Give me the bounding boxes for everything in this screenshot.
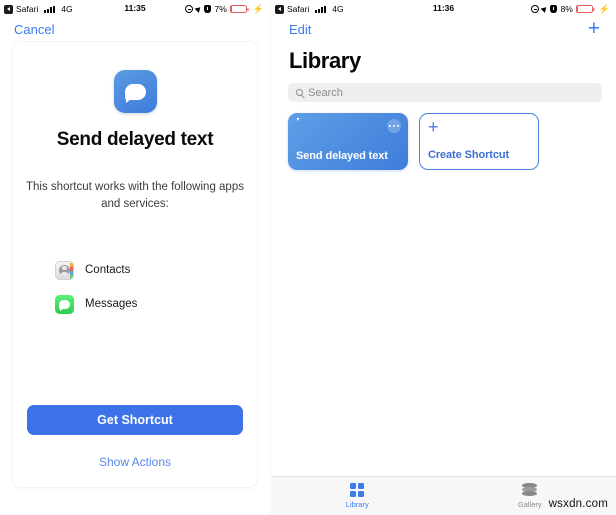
status-bar-left: Safari 4G 11:35 7% ⚡ xyxy=(0,0,270,16)
status-bar-clock: 11:36 xyxy=(432,3,455,13)
tab-label: Gallery xyxy=(517,500,542,509)
search-input[interactable]: Search xyxy=(288,83,602,102)
contacts-tabs xyxy=(70,262,73,279)
supported-apps-list: Contacts Messages xyxy=(55,253,215,321)
shortcut-detail-screen: Safari 4G 11:35 7% ⚡ Cancel Send delayed… xyxy=(0,0,270,515)
bubble-shape xyxy=(124,83,146,103)
status-bar-right: Safari 4G 11:36 8% ⚡ xyxy=(271,0,616,16)
search-placeholder: Search xyxy=(308,86,343,99)
tab-label: Library xyxy=(345,500,369,509)
battery-icon xyxy=(575,4,595,14)
search-icon xyxy=(296,89,303,96)
shortcut-description: This shortcut works with the following a… xyxy=(26,181,244,210)
left-nav-bar: Cancel xyxy=(0,16,270,42)
ellipsis-icon[interactable] xyxy=(387,119,401,133)
library-nav-bar: Edit + xyxy=(271,16,616,42)
contacts-app-icon xyxy=(55,260,74,280)
shortcut-card-send-delayed-text[interactable]: Send delayed text xyxy=(288,113,408,170)
shortcut-detail-card: Send delayed text This shortcut works wi… xyxy=(13,42,257,487)
app-name-label: Contacts xyxy=(85,264,131,276)
messages-app-icon xyxy=(55,294,74,314)
create-shortcut-card[interactable]: + Create Shortcut xyxy=(419,113,539,170)
shortcut-actions-footer: Get Shortcut Show Actions xyxy=(13,405,257,487)
shortcut-title: Send delayed text xyxy=(56,129,214,150)
add-shortcut-button[interactable]: + xyxy=(588,18,600,39)
tab-library[interactable]: Library xyxy=(271,483,444,509)
list-item: Contacts xyxy=(55,253,215,287)
dual-screenshot-container: Safari 4G 11:35 7% ⚡ Cancel Send delayed… xyxy=(0,0,616,515)
edit-button[interactable]: Edit xyxy=(289,22,311,37)
plus-icon: + xyxy=(428,117,439,137)
app-name-label: Messages xyxy=(85,298,138,310)
shortcut-cards-grid: Send delayed text + Create Shortcut xyxy=(271,102,616,170)
list-item: Messages xyxy=(55,287,215,321)
layers-icon xyxy=(522,483,538,497)
create-shortcut-label: Create Shortcut xyxy=(428,149,510,161)
bubble-shape xyxy=(59,299,70,311)
shortcut-card-label: Send delayed text xyxy=(296,150,388,162)
person-silhouette xyxy=(59,264,70,276)
get-shortcut-button[interactable]: Get Shortcut xyxy=(27,405,243,435)
cancel-button[interactable]: Cancel xyxy=(14,22,54,37)
show-actions-link[interactable]: Show Actions xyxy=(99,455,171,469)
watermark: wsxdn.com xyxy=(548,498,608,510)
grid-icon xyxy=(350,483,365,497)
page-title: Library xyxy=(289,48,361,73)
message-bubble-icon xyxy=(113,70,157,113)
shortcuts-library-screen: Safari 4G 11:36 8% ⚡ Edit + Library Sear… xyxy=(270,0,616,515)
battery-icon xyxy=(229,4,249,14)
